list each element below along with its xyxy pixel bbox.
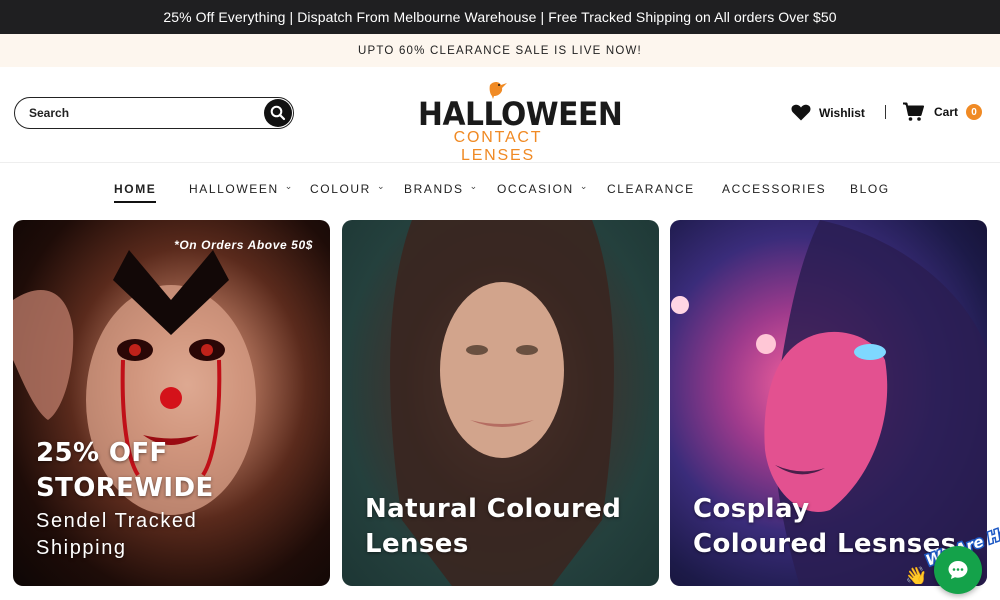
- nav-item-halloween[interactable]: HALLOWEEN ⌄: [189, 180, 294, 197]
- search-icon: [270, 105, 286, 121]
- announcement-bar: 25% Off Everything | Dispatch From Melbo…: [0, 0, 1000, 34]
- nav-label: ACCESSORIES: [722, 182, 827, 196]
- wishlist-label: Wishlist: [819, 105, 865, 120]
- nav-label: HALLOWEEN: [189, 182, 279, 196]
- nav-label: COLOUR: [310, 182, 371, 196]
- card-note: *On Orders Above 50$: [174, 238, 313, 252]
- sale-banner[interactable]: UPTO 60% CLEARANCE SALE IS LIVE NOW!: [0, 34, 1000, 67]
- nav-item-blog[interactable]: BLOG: [850, 182, 890, 196]
- nav-item-brands[interactable]: BRANDS ⌄: [404, 180, 479, 197]
- chat-icon: [948, 561, 968, 579]
- chevron-down-icon: ⌄: [284, 180, 294, 191]
- site-logo[interactable]: HALLOWEEN CONTACT LENSES: [418, 79, 623, 164]
- search-input[interactable]: [29, 106, 249, 120]
- search-form: [14, 97, 294, 129]
- header-divider: [885, 105, 886, 119]
- sale-banner-text: UPTO 60% CLEARANCE SALE IS LIVE NOW!: [358, 44, 642, 57]
- logo-title: HALLOWEEN: [418, 95, 623, 133]
- logo-subtitle: CONTACT LENSES: [453, 129, 543, 164]
- card-subtitle-line: Shipping: [36, 537, 127, 559]
- cart-link[interactable]: Cart 0: [902, 102, 983, 122]
- chevron-down-icon: ⌄: [469, 180, 479, 191]
- nav-label: BRANDS: [404, 182, 464, 196]
- card-title: Natural Coloured Lenses: [365, 492, 621, 562]
- cart-icon: [903, 102, 924, 121]
- announcement-text: 25% Off Everything | Dispatch From Melbo…: [163, 9, 837, 25]
- nav-label: CLEARANCE: [607, 182, 695, 196]
- nav-item-home[interactable]: HOME: [114, 182, 157, 203]
- site-header: HALLOWEEN CONTACT LENSES Wishlist Cart 0: [0, 67, 1000, 164]
- nav-item-clearance[interactable]: CLEARANCE: [607, 182, 695, 196]
- chat-button[interactable]: [934, 546, 982, 594]
- cart-count-badge: 0: [966, 104, 983, 120]
- nav-label: BLOG: [850, 182, 890, 196]
- card-subtitle-line: Sendel Tracked: [36, 510, 198, 532]
- nav-label: HOME: [114, 182, 157, 196]
- card-title-line: Natural Coloured: [365, 494, 622, 524]
- card-title-line: 25% OFF: [36, 438, 168, 468]
- card-title-line: Lenses: [365, 529, 469, 559]
- promo-card-natural[interactable]: Natural Coloured Lenses: [342, 220, 659, 586]
- nav-item-accessories[interactable]: ACCESSORIES: [722, 182, 826, 196]
- card-title: 25% OFF STOREWIDE: [36, 436, 214, 506]
- promo-card-storewide[interactable]: *On Orders Above 50$ 25% OFF STOREWIDE S…: [13, 220, 330, 586]
- search-button[interactable]: [264, 99, 292, 127]
- chevron-down-icon: ⌄: [579, 180, 589, 191]
- wishlist-link[interactable]: Wishlist: [791, 104, 865, 121]
- chevron-down-icon: ⌄: [376, 180, 387, 191]
- wave-hand-icon: 👋: [905, 566, 927, 584]
- card-subtitle: Sendel Tracked Shipping: [36, 508, 197, 562]
- nav-item-occasion[interactable]: OCCASION ⌄: [497, 180, 589, 197]
- nav-item-colour[interactable]: COLOUR ⌄: [310, 180, 387, 197]
- main-nav: HOME HALLOWEEN ⌄ COLOUR ⌄ BRANDS ⌄ OCCAS…: [0, 163, 1000, 215]
- nav-label: OCCASION: [497, 182, 574, 196]
- cart-label: Cart: [934, 105, 959, 119]
- heart-icon: [791, 104, 811, 121]
- card-title-line: STOREWIDE: [36, 473, 214, 503]
